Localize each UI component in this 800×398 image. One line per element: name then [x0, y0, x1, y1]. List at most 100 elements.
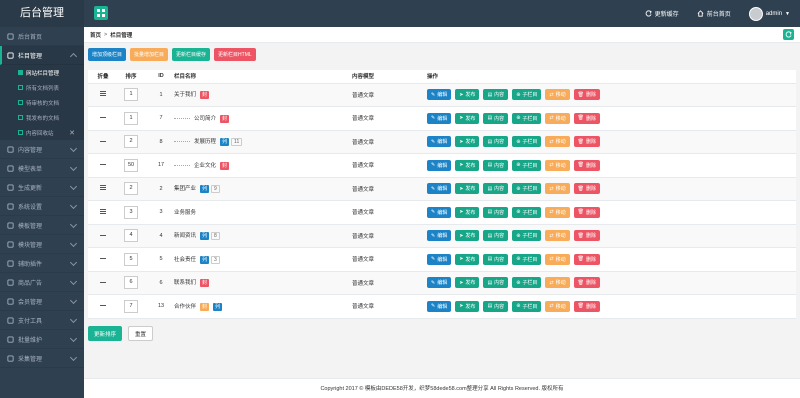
sort-input[interactable]: 7: [124, 299, 138, 313]
column-name[interactable]: 关于我们: [174, 92, 196, 98]
column-name[interactable]: 社会责任: [174, 257, 196, 263]
column-name[interactable]: 发展历程: [194, 139, 216, 145]
subcolumn-button[interactable]: ⊕ 子栏目: [512, 89, 542, 101]
expand-icon[interactable]: [100, 208, 106, 215]
sort-input[interactable]: 2: [124, 135, 138, 149]
sidebar-item[interactable]: 模型表单: [0, 159, 84, 178]
collapse-icon[interactable]: [100, 257, 106, 260]
content-button[interactable]: ▤ 内容: [483, 230, 509, 242]
edit-button[interactable]: ✎ 编辑: [427, 136, 452, 148]
delete-button[interactable]: 🗑 删除: [573, 300, 600, 312]
sidebar-subitem[interactable]: 我发布的文档: [0, 110, 84, 125]
edit-button[interactable]: ✎ 编辑: [427, 112, 452, 124]
sidebar-item[interactable]: 采集管理: [0, 349, 84, 368]
subcolumn-button[interactable]: ⊕ 子栏目: [512, 300, 542, 312]
sort-input[interactable]: 50: [124, 158, 138, 172]
update-column-cache-button[interactable]: 更新栏目缓存: [172, 48, 211, 61]
collapse-icon[interactable]: [100, 234, 106, 237]
subcolumn-button[interactable]: ⊕ 子栏目: [512, 277, 542, 289]
expand-icon[interactable]: [100, 184, 106, 191]
content-button[interactable]: ▤ 内容: [483, 277, 509, 289]
sort-input[interactable]: 3: [124, 205, 138, 219]
sort-input[interactable]: 4: [124, 229, 138, 243]
publish-button[interactable]: ➤ 发布: [455, 300, 480, 312]
update-cache-link[interactable]: 更新缓存: [645, 9, 679, 18]
move-button[interactable]: ⇄ 移动: [545, 206, 570, 218]
subcolumn-button[interactable]: ⊕ 子栏目: [512, 112, 542, 124]
column-name[interactable]: 业务服务: [174, 210, 196, 216]
breadcrumb-home[interactable]: 首页: [90, 31, 101, 39]
move-button[interactable]: ⇄ 移动: [545, 253, 570, 265]
edit-button[interactable]: ✎ 编辑: [427, 253, 452, 265]
column-name[interactable]: 公司简介: [194, 116, 216, 122]
publish-button[interactable]: ➤ 发布: [455, 230, 480, 242]
move-button[interactable]: ⇄ 移动: [545, 300, 570, 312]
move-button[interactable]: ⇄ 移动: [545, 89, 570, 101]
content-button[interactable]: ▤ 内容: [483, 183, 509, 195]
delete-button[interactable]: 🗑 删除: [573, 253, 600, 265]
subcolumn-button[interactable]: ⊕ 子栏目: [512, 136, 542, 148]
collapse-icon[interactable]: [100, 116, 106, 119]
close-icon[interactable]: ✕: [69, 129, 75, 137]
add-top-column-button[interactable]: 增加顶级栏目: [88, 48, 127, 61]
publish-button[interactable]: ➤ 发布: [455, 159, 480, 171]
sidebar-item[interactable]: 商品广告: [0, 273, 84, 292]
delete-button[interactable]: 🗑 删除: [573, 183, 600, 195]
move-button[interactable]: ⇄ 移动: [545, 136, 570, 148]
column-name[interactable]: 合作伙伴: [174, 304, 196, 310]
publish-button[interactable]: ➤ 发布: [455, 183, 480, 195]
move-button[interactable]: ⇄ 移动: [545, 159, 570, 171]
publish-button[interactable]: ➤ 发布: [455, 112, 480, 124]
move-button[interactable]: ⇄ 移动: [545, 230, 570, 242]
publish-button[interactable]: ➤ 发布: [455, 253, 480, 265]
sort-input[interactable]: 2: [124, 182, 138, 196]
sort-input[interactable]: 6: [124, 276, 138, 290]
delete-button[interactable]: 🗑 删除: [573, 230, 600, 242]
menu-toggle-button[interactable]: [94, 6, 108, 20]
column-name[interactable]: 联系我们: [174, 280, 196, 286]
sidebar-subitem[interactable]: 待审核的文档: [0, 95, 84, 110]
sidebar-item[interactable]: 栏目管理: [0, 46, 84, 65]
sidebar-item[interactable]: 辅助插件: [0, 254, 84, 273]
edit-button[interactable]: ✎ 编辑: [427, 277, 452, 289]
edit-button[interactable]: ✎ 编辑: [427, 159, 452, 171]
reset-button[interactable]: 重置: [128, 326, 154, 341]
edit-button[interactable]: ✎ 编辑: [427, 183, 452, 195]
sidebar-item[interactable]: 后台首页: [0, 27, 84, 46]
edit-button[interactable]: ✎ 编辑: [427, 89, 452, 101]
delete-button[interactable]: 🗑 删除: [573, 277, 600, 289]
sidebar-item[interactable]: 批量维护: [0, 330, 84, 349]
content-button[interactable]: ▤ 内容: [483, 136, 509, 148]
sidebar-item[interactable]: 模块管理: [0, 235, 84, 254]
content-button[interactable]: ▤ 内容: [483, 89, 509, 101]
subcolumn-button[interactable]: ⊕ 子栏目: [512, 253, 542, 265]
delete-button[interactable]: 🗑 删除: [573, 206, 600, 218]
delete-button[interactable]: 🗑 删除: [573, 89, 600, 101]
content-button[interactable]: ▤ 内容: [483, 300, 509, 312]
subcolumn-button[interactable]: ⊕ 子栏目: [512, 230, 542, 242]
sidebar-item[interactable]: 会员管理: [0, 292, 84, 311]
subcolumn-button[interactable]: ⊕ 子栏目: [512, 183, 542, 195]
subcolumn-button[interactable]: ⊕ 子栏目: [512, 206, 542, 218]
collapse-icon[interactable]: [100, 140, 106, 143]
edit-button[interactable]: ✎ 编辑: [427, 230, 452, 242]
sidebar-item[interactable]: 内容管理: [0, 140, 84, 159]
expand-icon[interactable]: [100, 90, 106, 97]
update-column-html-button[interactable]: 更新栏目HTML: [214, 48, 256, 61]
publish-button[interactable]: ➤ 发布: [455, 206, 480, 218]
collapse-icon[interactable]: [100, 163, 106, 166]
move-button[interactable]: ⇄ 移动: [545, 112, 570, 124]
sidebar-item[interactable]: 生成更新: [0, 178, 84, 197]
user-menu[interactable]: admin ▼: [748, 6, 790, 21]
collapse-icon[interactable]: [100, 281, 106, 284]
publish-button[interactable]: ➤ 发布: [455, 136, 480, 148]
sort-input[interactable]: 1: [124, 111, 138, 125]
column-name[interactable]: 企业文化: [194, 163, 216, 169]
content-button[interactable]: ▤ 内容: [483, 159, 509, 171]
sort-input[interactable]: 5: [124, 252, 138, 266]
edit-button[interactable]: ✎ 编辑: [427, 300, 452, 312]
sidebar-item[interactable]: 支付工具: [0, 311, 84, 330]
column-name[interactable]: 新闻资讯: [174, 233, 196, 239]
refresh-button[interactable]: [783, 29, 794, 40]
edit-button[interactable]: ✎ 编辑: [427, 206, 452, 218]
